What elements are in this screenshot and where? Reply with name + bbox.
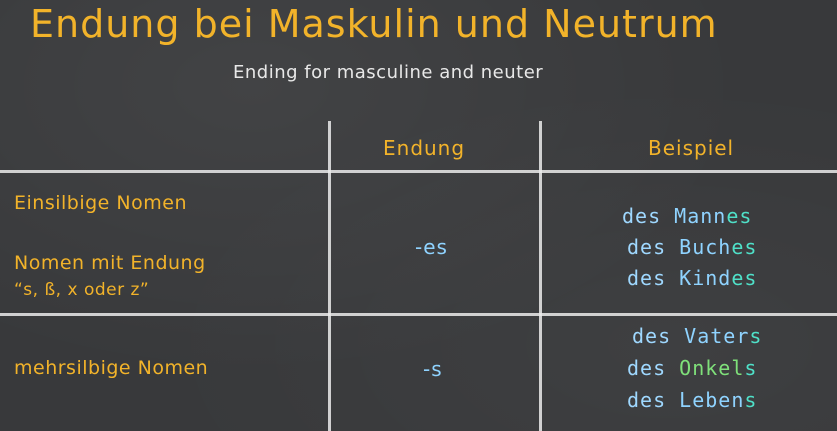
row1-example-2: des Buches xyxy=(627,235,757,259)
example-suffix: s xyxy=(749,324,763,348)
page-subtitle: Ending for masculine and neuter xyxy=(233,62,544,83)
example-article: des xyxy=(627,356,680,380)
row1-label-line2: Nomen mit Endung xyxy=(14,252,206,274)
header-beispiel: Beispiel xyxy=(648,136,735,160)
example-suffix: s xyxy=(744,388,758,412)
chalkboard: Endung bei Maskulin und Neutrum Ending f… xyxy=(0,0,837,431)
row2-ending: -s xyxy=(423,357,443,381)
example-article: des xyxy=(627,388,680,412)
row2-label: mehrsilbige Nomen xyxy=(14,357,209,379)
page-title: Endung bei Maskulin und Neutrum xyxy=(30,2,718,46)
example-article: des xyxy=(627,266,680,290)
row2-example-3: des Lebens xyxy=(627,388,757,412)
row2-example-2: des Onkels xyxy=(627,356,757,380)
example-stem: Leben xyxy=(679,388,745,412)
example-suffix: es xyxy=(731,266,758,290)
example-stem: Mann xyxy=(674,204,727,228)
example-suffix: es xyxy=(726,204,753,228)
example-stem: Kind xyxy=(679,266,732,290)
example-article: des xyxy=(627,235,680,259)
row2-example-1: des Vaters xyxy=(632,324,762,348)
table-divider-vertical-2 xyxy=(539,121,542,431)
row1-ending: -es xyxy=(415,235,448,259)
example-stem: Vater xyxy=(684,324,750,348)
row1-example-1: des Mannes xyxy=(622,204,752,228)
table-divider-horizontal-1 xyxy=(0,170,837,173)
example-suffix: s xyxy=(744,356,758,380)
example-suffix: es xyxy=(731,235,758,259)
row1-label-line1: Einsilbige Nomen xyxy=(14,192,187,214)
example-stem: Onkel xyxy=(679,356,745,380)
row1-label-line3: “s, ß, x oder z” xyxy=(14,280,150,300)
row1-example-3: des Kindes xyxy=(627,266,757,290)
example-article: des xyxy=(632,324,685,348)
header-endung: Endung xyxy=(383,136,466,160)
example-stem: Buch xyxy=(679,235,732,259)
table-divider-horizontal-2 xyxy=(0,313,837,316)
table-divider-vertical-1 xyxy=(328,121,331,431)
example-article: des xyxy=(622,204,675,228)
